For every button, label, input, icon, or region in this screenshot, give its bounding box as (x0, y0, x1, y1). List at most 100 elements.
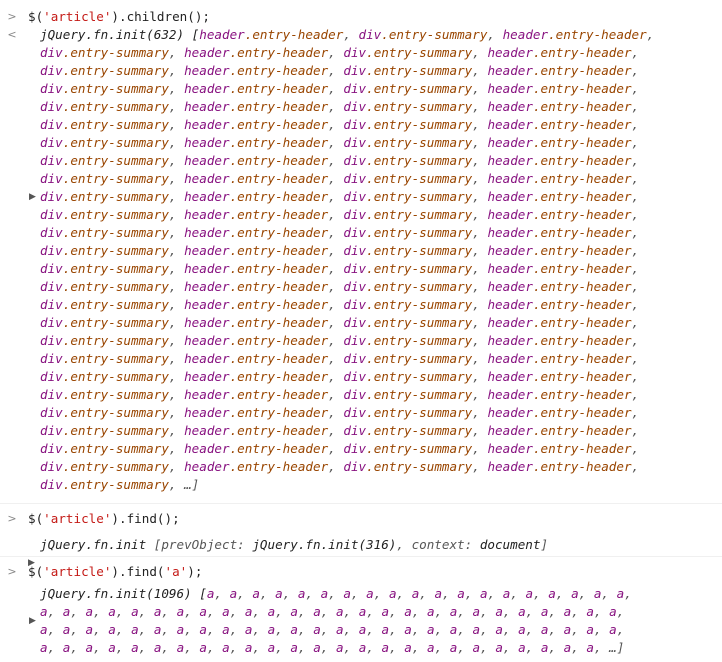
element-token[interactable]: div.entry-summary (343, 81, 472, 96)
anchor-token[interactable]: a (108, 622, 116, 637)
element-token[interactable]: header.entry-header (184, 117, 328, 132)
anchor-token[interactable]: a (252, 586, 260, 601)
result-block[interactable]: jQuery.fn.init(1096) [a, a, a, a, a, a, … (0, 585, 722, 657)
element-token[interactable]: div.entry-summary (40, 405, 169, 420)
anchor-token[interactable]: a (199, 604, 207, 619)
ellipsis[interactable]: …] (609, 640, 624, 655)
element-token[interactable]: div.entry-summary (40, 315, 169, 330)
anchor-token[interactable]: a (473, 622, 481, 637)
element-token[interactable]: div.entry-summary (40, 117, 169, 132)
element-token[interactable]: header.entry-header (487, 333, 631, 348)
element-token[interactable]: header.entry-header (184, 297, 328, 312)
element-token[interactable]: header.entry-header (184, 279, 328, 294)
element-token[interactable]: header.entry-header (487, 459, 631, 474)
anchor-token[interactable]: a (199, 622, 207, 637)
anchor-token[interactable]: a (586, 622, 594, 637)
anchor-token[interactable]: a (609, 604, 617, 619)
anchor-token[interactable]: a (586, 640, 594, 655)
element-token[interactable]: header.entry-header (184, 351, 328, 366)
anchor-token[interactable]: a (548, 586, 556, 601)
element-token[interactable]: div.entry-summary (40, 441, 169, 456)
element-token[interactable]: header.entry-header (184, 423, 328, 438)
anchor-token[interactable]: a (40, 640, 48, 655)
element-token[interactable]: header.entry-header (184, 207, 328, 222)
anchor-token[interactable]: a (108, 604, 116, 619)
element-token[interactable]: header.entry-header (184, 63, 328, 78)
ellipsis[interactable]: …] (184, 477, 199, 492)
element-token[interactable]: header.entry-header (184, 459, 328, 474)
anchor-token[interactable]: a (336, 604, 344, 619)
element-token[interactable]: div.entry-summary (343, 351, 472, 366)
element-token[interactable]: div.entry-summary (40, 225, 169, 240)
element-token[interactable]: header.entry-header (487, 387, 631, 402)
element-token[interactable]: header.entry-header (487, 63, 631, 78)
element-token[interactable]: div.entry-summary (40, 459, 169, 474)
anchor-token[interactable]: a (290, 640, 298, 655)
element-token[interactable]: header.entry-header (184, 189, 328, 204)
element-token[interactable]: div.entry-summary (343, 225, 472, 240)
anchor-token[interactable]: a (199, 640, 207, 655)
element-token[interactable]: div.entry-summary (359, 27, 488, 42)
anchor-token[interactable]: a (518, 622, 526, 637)
anchor-token[interactable]: a (222, 604, 230, 619)
element-token[interactable]: header.entry-header (487, 225, 631, 240)
element-token[interactable]: div.entry-summary (343, 45, 472, 60)
anchor-token[interactable]: a (457, 586, 465, 601)
element-token[interactable]: div.entry-summary (343, 117, 472, 132)
element-token[interactable]: div.entry-summary (343, 261, 472, 276)
element-token[interactable]: header.entry-header (487, 153, 631, 168)
element-token[interactable]: div.entry-summary (40, 351, 169, 366)
anchor-token[interactable]: a (518, 640, 526, 655)
element-token[interactable]: div.entry-summary (40, 297, 169, 312)
element-token[interactable]: div.entry-summary (343, 441, 472, 456)
element-token[interactable]: div.entry-summary (40, 261, 169, 276)
element-token[interactable]: div.entry-summary (343, 423, 472, 438)
element-token[interactable]: header.entry-header (487, 189, 631, 204)
anchor-token[interactable]: a (586, 604, 594, 619)
element-token[interactable]: header.entry-header (487, 423, 631, 438)
result-line[interactable]: ▶ jQuery.fn.init [prevObject: jQuery.fn.… (0, 536, 722, 568)
element-token[interactable]: header.entry-header (184, 405, 328, 420)
element-token[interactable]: div.entry-summary (40, 99, 169, 114)
element-token[interactable]: header.entry-header (184, 387, 328, 402)
anchor-token[interactable]: a (495, 604, 503, 619)
anchor-token[interactable]: a (131, 622, 139, 637)
anchor-token[interactable]: a (381, 604, 389, 619)
anchor-token[interactable]: a (495, 622, 503, 637)
element-token[interactable]: header.entry-header (487, 45, 631, 60)
element-token[interactable]: header.entry-header (503, 27, 647, 42)
element-token[interactable]: div.entry-summary (40, 333, 169, 348)
anchor-token[interactable]: a (404, 640, 412, 655)
element-token[interactable]: div.entry-summary (343, 459, 472, 474)
element-token[interactable]: header.entry-header (487, 243, 631, 258)
anchor-token[interactable]: a (313, 604, 321, 619)
result-block[interactable]: jQuery.fn.init(632) [header.entry-header… (0, 26, 722, 494)
anchor-token[interactable]: a (427, 640, 435, 655)
element-token[interactable]: header.entry-header (184, 171, 328, 186)
anchor-token[interactable]: a (495, 640, 503, 655)
element-token[interactable]: header.entry-header (184, 441, 328, 456)
element-token[interactable]: div.entry-summary (343, 99, 472, 114)
anchor-token[interactable]: a (389, 586, 397, 601)
element-token[interactable]: header.entry-header (199, 27, 343, 42)
anchor-token[interactable]: a (526, 586, 534, 601)
element-token[interactable]: div.entry-summary (40, 63, 169, 78)
anchor-token[interactable]: a (108, 640, 116, 655)
anchor-token[interactable]: a (518, 604, 526, 619)
anchor-token[interactable]: a (427, 622, 435, 637)
anchor-token[interactable]: a (571, 586, 579, 601)
element-token[interactable]: header.entry-header (487, 405, 631, 420)
element-token[interactable]: div.entry-summary (343, 171, 472, 186)
element-token[interactable]: header.entry-header (487, 441, 631, 456)
anchor-token[interactable]: a (86, 604, 94, 619)
element-token[interactable]: header.entry-header (487, 261, 631, 276)
element-token[interactable]: div.entry-summary (40, 171, 169, 186)
element-token[interactable]: div.entry-summary (40, 207, 169, 222)
anchor-token[interactable]: a (131, 640, 139, 655)
anchor-token[interactable]: a (336, 640, 344, 655)
element-token[interactable]: header.entry-header (487, 297, 631, 312)
anchor-token[interactable]: a (404, 604, 412, 619)
element-token[interactable]: header.entry-header (487, 99, 631, 114)
anchor-token[interactable]: a (343, 586, 351, 601)
element-token[interactable]: header.entry-header (184, 81, 328, 96)
